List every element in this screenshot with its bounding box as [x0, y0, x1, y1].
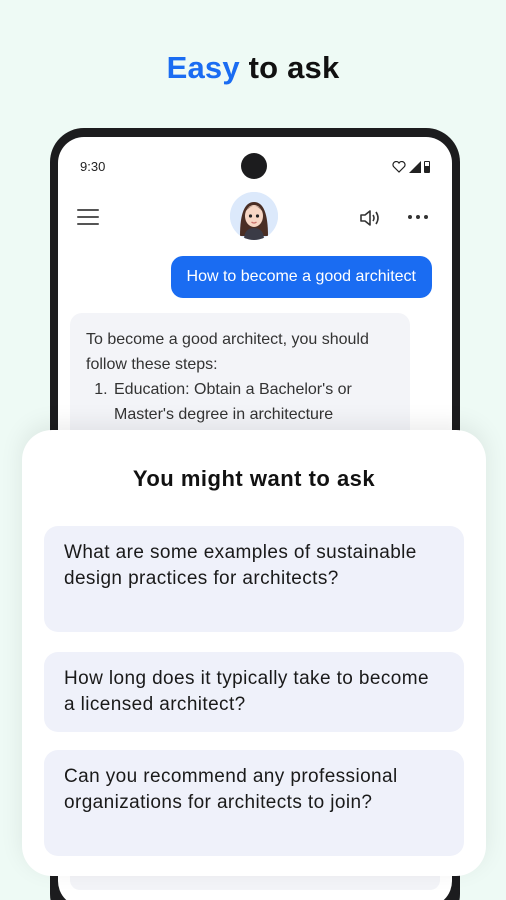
headline-rest: to ask [239, 50, 340, 85]
heart-icon [392, 161, 406, 173]
speaker-icon[interactable] [358, 207, 382, 229]
status-icons [392, 161, 430, 173]
camera-cutout [241, 153, 267, 179]
avatar-icon [230, 192, 278, 240]
bot-steps: Education: Obtain a Bachelor's or Master… [112, 377, 394, 427]
headline: Easy to ask [0, 50, 506, 86]
status-time: 9:30 [80, 159, 106, 174]
suggestions-sheet: You might want to ask What are some exam… [22, 430, 486, 876]
user-message: How to become a good architect [170, 256, 432, 298]
suggestion-item[interactable]: How long does it typically take to becom… [44, 652, 464, 732]
more-icon[interactable] [408, 215, 428, 219]
signal-icon [409, 161, 421, 173]
battery-icon [424, 161, 430, 173]
avatar[interactable] [230, 192, 278, 240]
menu-icon[interactable] [77, 209, 99, 227]
sheet-title: You might want to ask [132, 466, 376, 491]
bot-intro: To become a good architect, you should f… [86, 331, 369, 373]
suggestion-item[interactable]: Can you recommend any professional organ… [44, 750, 464, 856]
headline-accent: Easy [166, 50, 240, 85]
bot-step: Education: Obtain a Bachelor's or Master… [112, 377, 394, 427]
suggestion-item[interactable]: What are some examples of sustainable de… [44, 526, 464, 632]
